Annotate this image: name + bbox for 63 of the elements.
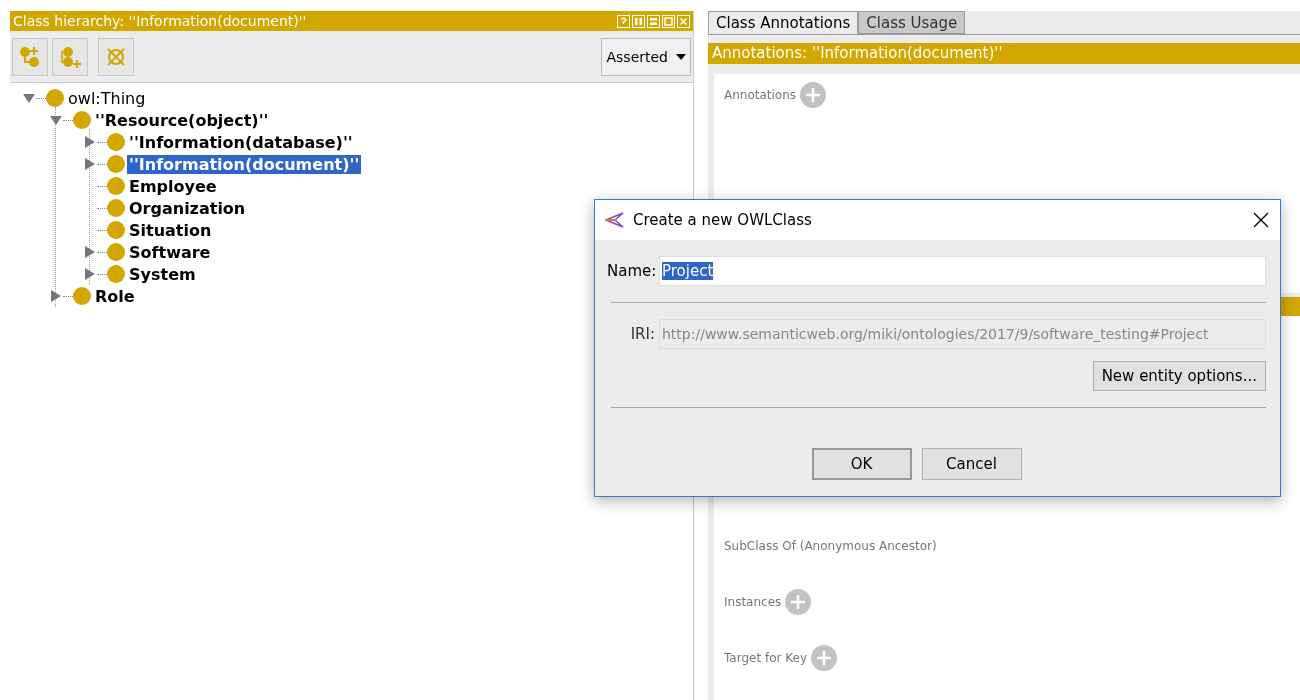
tree-item[interactable]: owl:Thing: [66, 88, 148, 108]
section-label: Instances: [724, 595, 782, 609]
section-label: Target for Key: [724, 651, 807, 665]
class-icon: [107, 133, 125, 151]
split-vertical-icon[interactable]: [632, 14, 645, 28]
tree-item[interactable]: Role: [93, 286, 137, 306]
add-button[interactable]: [800, 82, 827, 108]
close-button[interactable]: [1252, 211, 1270, 229]
tree-item[interactable]: Software: [127, 242, 213, 262]
collapse-arrow-icon[interactable]: [22, 92, 36, 104]
class-icon: [107, 221, 125, 239]
expand-arrow-icon[interactable]: [83, 158, 97, 170]
section-label: Annotations: [724, 88, 797, 102]
tab[interactable]: Class Usage: [858, 11, 966, 34]
add-subclass-button[interactable]: [12, 37, 48, 76]
tree-item[interactable]: Employee: [127, 176, 219, 196]
class-icon: [107, 243, 125, 261]
dropdown-caret-icon: [676, 53, 686, 60]
dialog-title: Create a new OWLClass: [633, 211, 813, 229]
collapse-arrow-icon[interactable]: [49, 114, 63, 126]
class-icon: [73, 111, 91, 129]
plus-icon: [791, 595, 806, 609]
tree-item[interactable]: ''Information(database)'': [127, 132, 355, 152]
expand-arrow-icon[interactable]: [83, 268, 97, 280]
name-field[interactable]: Project: [659, 256, 1266, 286]
expand-arrow-icon[interactable]: [83, 136, 97, 148]
field-label: IRI:: [629, 325, 655, 343]
class-icon: [107, 177, 125, 195]
app-logo-icon: [605, 211, 625, 229]
section-label: SubClass Of (Anonymous Ancestor): [724, 539, 937, 553]
field-label: Name:: [607, 262, 655, 280]
plus-icon: [817, 651, 831, 665]
help-icon[interactable]: [617, 14, 630, 28]
tree-item[interactable]: System: [127, 264, 198, 284]
maximize-icon[interactable]: [662, 14, 675, 28]
tree-item[interactable]: Organization: [127, 198, 248, 218]
delete-class-button[interactable]: [98, 37, 134, 76]
options-button[interactable]: New entity options...: [1092, 361, 1266, 391]
tree-item[interactable]: ''Information(document)'': [127, 154, 362, 174]
expand-arrow-icon[interactable]: [49, 290, 63, 302]
add-sibling-button[interactable]: [52, 37, 88, 76]
split-horizontal-icon[interactable]: [647, 14, 660, 28]
close-icon: [1252, 211, 1270, 229]
add-subclass-icon: [18, 44, 42, 69]
add-button[interactable]: [785, 589, 812, 615]
class-icon: [73, 287, 91, 305]
tree-item[interactable]: ''Resource(object)'': [93, 110, 271, 130]
plus-icon: [806, 88, 821, 102]
panel-title: Class hierarchy: ''Information(document)'': [13, 12, 307, 31]
tree-item[interactable]: Situation: [127, 220, 214, 240]
expand-arrow-icon[interactable]: [83, 246, 97, 258]
close-icon[interactable]: [677, 14, 690, 28]
cancel-button[interactable]: Cancel: [921, 448, 1022, 480]
add-button[interactable]: [811, 645, 837, 671]
class-icon: [46, 89, 64, 107]
ok-button[interactable]: OK: [811, 448, 912, 480]
panel-header: Annotations: ''Information(document)'': [708, 43, 1300, 64]
class-icon: [107, 265, 125, 283]
view-dropdown[interactable]: Asserted: [601, 37, 691, 76]
tab[interactable]: Class Annotations: [708, 11, 859, 34]
class-icon: [107, 199, 125, 217]
class-icon: [107, 155, 125, 173]
add-sibling-icon: [58, 44, 82, 69]
